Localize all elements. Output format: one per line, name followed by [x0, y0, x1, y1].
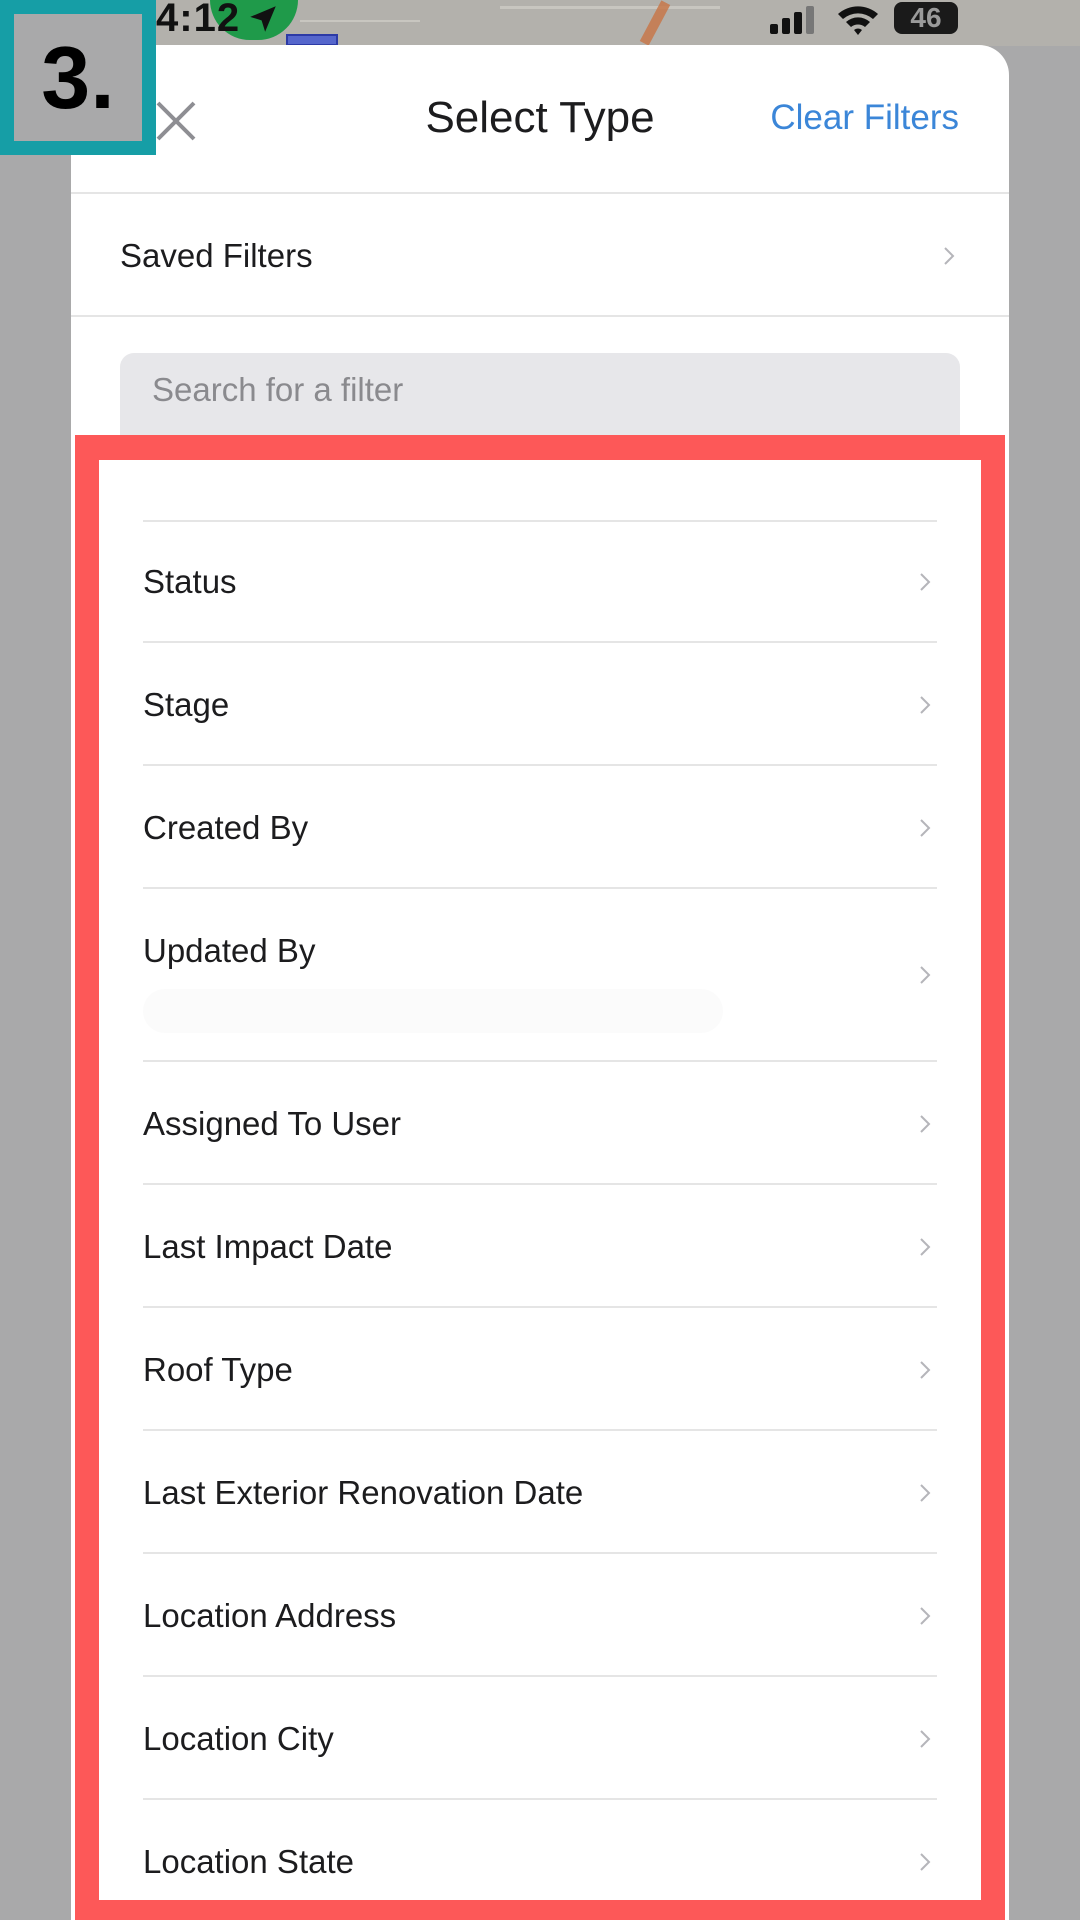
- status-time: 4:12: [156, 0, 241, 40]
- redacted-subtext: [143, 989, 723, 1033]
- filter-item-label: Created By: [143, 809, 309, 846]
- highlight-box: Status Stage Created By Updated By Assig…: [75, 435, 1005, 1920]
- filter-item-location-state[interactable]: Location State: [143, 1800, 937, 1900]
- chevron-right-icon: [944, 247, 955, 265]
- step-number: 3.: [14, 14, 142, 141]
- battery-icon: 46: [894, 2, 958, 34]
- location-arrow-icon: [250, 6, 276, 32]
- chevron-right-icon: [920, 1607, 931, 1625]
- cellular-signal-icon: [770, 6, 814, 34]
- filter-item-updated-by[interactable]: Updated By: [143, 889, 937, 1062]
- chevron-right-icon: [920, 1730, 931, 1748]
- filter-list: Status Stage Created By Updated By Assig…: [143, 520, 937, 1900]
- chevron-right-icon: [920, 1238, 931, 1256]
- filter-item-status[interactable]: Status: [143, 520, 937, 643]
- filter-item-location-address[interactable]: Location Address: [143, 1554, 937, 1677]
- filter-item-location-city[interactable]: Location City: [143, 1677, 937, 1800]
- filter-item-label: Roof Type: [143, 1351, 293, 1388]
- filter-item-stage[interactable]: Stage: [143, 643, 937, 766]
- chevron-right-icon: [920, 819, 931, 837]
- filter-item-label: Stage: [143, 686, 230, 723]
- battery-level: 46: [910, 2, 942, 33]
- filter-item-label: Location State: [143, 1843, 354, 1880]
- filter-item-created-by[interactable]: Created By: [143, 766, 937, 889]
- filter-item-label: Updated By: [143, 932, 316, 969]
- clear-filters-button[interactable]: Clear Filters: [770, 98, 959, 138]
- saved-filters-label: Saved Filters: [120, 237, 313, 274]
- filter-item-assigned-to-user[interactable]: Assigned To User: [143, 1062, 937, 1185]
- chevron-right-icon: [920, 1361, 931, 1379]
- filter-item-label: Last Impact Date: [143, 1228, 393, 1265]
- step-badge: 3.: [0, 0, 156, 155]
- chevron-right-icon: [920, 696, 931, 714]
- sheet-header: Select Type Clear Filters: [71, 45, 1009, 194]
- filter-item-label: Location Address: [143, 1597, 397, 1634]
- saved-filters-row[interactable]: Saved Filters: [71, 194, 1009, 317]
- filter-item-last-exterior-renovation-date[interactable]: Last Exterior Renovation Date: [143, 1431, 937, 1554]
- chevron-right-icon: [920, 573, 931, 591]
- filter-item-label: Last Exterior Renovation Date: [143, 1474, 584, 1511]
- chevron-right-icon: [920, 966, 931, 984]
- filter-item-roof-type[interactable]: Roof Type: [143, 1308, 937, 1431]
- chevron-right-icon: [920, 1484, 931, 1502]
- filter-list-container: Status Stage Created By Updated By Assig…: [99, 460, 981, 1900]
- wifi-icon: [838, 6, 878, 35]
- filter-item-label: Assigned To User: [143, 1105, 402, 1142]
- filter-item-label: Location City: [143, 1720, 334, 1757]
- status-bar: 4:12 46: [0, 0, 1080, 46]
- chevron-right-icon: [920, 1115, 931, 1133]
- filter-item-last-impact-date[interactable]: Last Impact Date: [143, 1185, 937, 1308]
- chevron-right-icon: [920, 1853, 931, 1871]
- filter-item-label: Status: [143, 563, 237, 600]
